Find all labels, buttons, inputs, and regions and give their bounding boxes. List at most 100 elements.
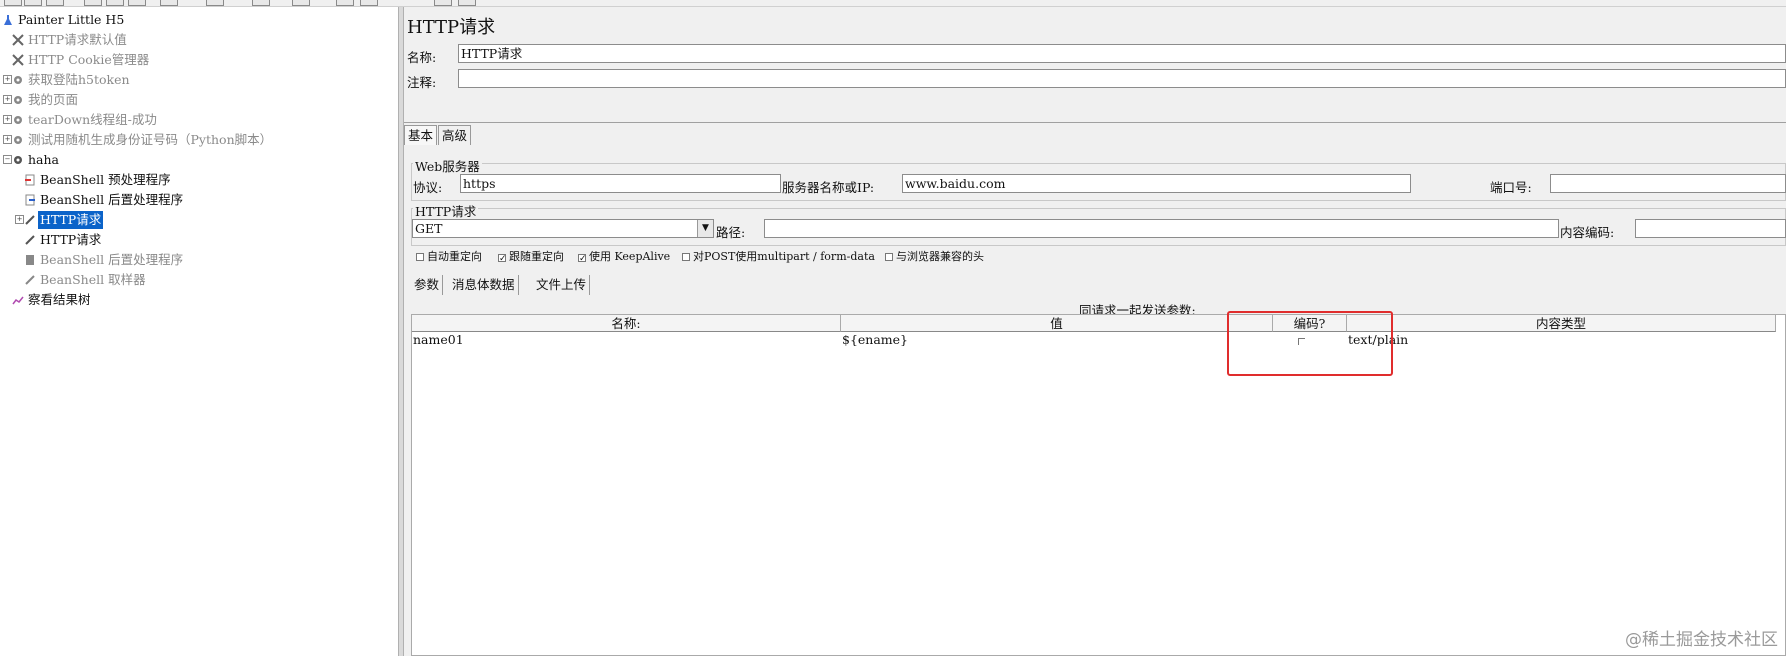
tree-node-beanshell-pre[interactable]: BeanShell 预处理程序 <box>24 171 173 189</box>
path-field[interactable] <box>764 219 1559 238</box>
check-icon: ✓ <box>498 254 507 264</box>
encoding-field[interactable] <box>1635 219 1786 238</box>
tree-node-label: 我的页面 <box>28 92 79 107</box>
flask-icon <box>2 13 14 25</box>
tree-node-label: tearDown线程组-成功 <box>28 112 157 127</box>
http-request-panel: HTTP请求 名称: HTTP请求 注释: 基本 高级 Web服务器 协议: h… <box>404 7 1786 656</box>
keepalive-checkbox[interactable]: ✓ 使用 KeepAlive <box>578 248 670 264</box>
panel-title: HTTP请求 <box>407 17 496 38</box>
tree-node-label: 测试用随机生成身份证号码（Python脚本） <box>28 132 273 147</box>
protocol-label: 协议: <box>413 180 443 195</box>
tree-node-random-id[interactable]: 测试用随机生成身份证号码（Python脚本） <box>12 131 274 149</box>
pencil-icon <box>24 273 36 285</box>
expand-icon[interactable]: + <box>3 135 12 144</box>
gear-icon <box>12 153 24 165</box>
checkbox-box <box>885 253 893 261</box>
tab-basic[interactable]: 基本 <box>404 125 438 145</box>
web-server-group-title: Web服务器 <box>413 156 482 175</box>
param-value-cell[interactable]: ${ename} <box>841 333 1273 346</box>
tree-node-beanshell-sampler[interactable]: BeanShell 取样器 <box>24 271 148 289</box>
tab-advanced[interactable]: 高级 <box>438 125 472 145</box>
protocol-field[interactable]: https <box>460 174 781 193</box>
toolbar-button[interactable] <box>336 0 354 6</box>
browser-headers-checkbox[interactable]: 与浏览器兼容的头 <box>885 248 984 264</box>
tab-file-upload[interactable]: 文件上传 <box>533 275 591 295</box>
test-plan-tree: Painter Little H5 HTTP请求默认值 HTTP Cookie管… <box>0 7 398 656</box>
comment-field[interactable] <box>458 69 1786 88</box>
checkbox-box <box>416 253 424 261</box>
checkbox-box <box>682 253 690 261</box>
checkbox-label: 对POST使用multipart / form-data <box>693 250 875 263</box>
column-header-content-type[interactable]: 内容类型 <box>1347 315 1776 332</box>
checkbox-label: 与浏览器兼容的头 <box>896 250 984 263</box>
tree-node-my-page[interactable]: 我的页面 <box>12 91 80 109</box>
encoding-label: 内容编码: <box>1560 225 1615 240</box>
toolbar-button[interactable] <box>128 0 146 6</box>
expand-icon[interactable]: + <box>3 95 12 104</box>
toolbar-button[interactable] <box>360 0 378 6</box>
name-field[interactable]: HTTP请求 <box>458 44 1786 63</box>
collapse-icon[interactable]: − <box>3 155 12 164</box>
follow-redirect-checkbox[interactable]: ✓ 跟随重定向 <box>498 248 564 264</box>
toolbar-button[interactable] <box>458 0 476 6</box>
divider <box>404 122 1786 123</box>
toolbar-button[interactable] <box>4 0 22 6</box>
server-field[interactable]: www.baidu.com <box>902 174 1411 193</box>
pencil-icon <box>24 233 36 245</box>
expand-icon[interactable]: + <box>15 215 24 224</box>
tree-node-label: BeanShell 取样器 <box>40 272 146 287</box>
pencil-icon <box>24 213 36 225</box>
auto-redirect-checkbox[interactable]: 自动重定向 <box>416 248 482 264</box>
tree-node-label: 察看结果树 <box>28 292 91 307</box>
path-label: 路径: <box>716 225 746 240</box>
param-content-type-cell[interactable]: text/plain <box>1347 333 1776 346</box>
param-name-cell[interactable]: name01 <box>412 333 841 346</box>
tree-node-beanshell-post[interactable]: BeanShell 后置处理程序 <box>24 191 185 209</box>
column-header-name[interactable]: 名称: <box>412 315 841 332</box>
tree-node-label: haha <box>28 152 60 167</box>
beanshell-post-icon <box>24 193 36 206</box>
tree-node-http-request-selected[interactable]: HTTP请求 <box>24 211 104 229</box>
method-select[interactable]: GET ▼ <box>412 219 714 238</box>
multipart-checkbox[interactable]: 对POST使用multipart / form-data <box>682 248 875 264</box>
toolbar-button[interactable] <box>206 0 224 6</box>
tree-node-view-results-tree[interactable]: 察看结果树 <box>12 291 93 309</box>
tree-node-get-token[interactable]: 获取登陆h5token <box>12 71 132 89</box>
tab-body-data[interactable]: 消息体数据 <box>449 275 519 295</box>
tree-node-http-request[interactable]: HTTP请求 <box>24 231 103 249</box>
checkbox-label: 自动重定向 <box>427 250 482 263</box>
comment-label: 注释: <box>407 75 437 90</box>
port-label: 端口号: <box>1490 180 1532 195</box>
toolbar-button[interactable] <box>292 0 310 6</box>
tree-node-label: BeanShell 预处理程序 <box>40 172 171 187</box>
beanshell-pre-icon <box>24 173 36 186</box>
tree-node-root[interactable]: Painter Little H5 <box>2 11 126 29</box>
tree-node-label: HTTP请求 <box>38 211 104 229</box>
expand-icon[interactable]: + <box>3 75 12 84</box>
chevron-down-icon[interactable]: ▼ <box>697 220 713 237</box>
tree-node-beanshell-post-disabled[interactable]: BeanShell 后置处理程序 <box>24 251 185 269</box>
toolbar-button[interactable] <box>160 0 178 6</box>
toolbar-button[interactable] <box>84 0 102 6</box>
toolbar-button[interactable] <box>24 0 42 6</box>
port-field[interactable] <box>1550 174 1786 193</box>
check-icon: ✓ <box>578 254 587 264</box>
tab-parameters[interactable]: 参数 <box>411 275 444 295</box>
highlight-box <box>1227 311 1393 376</box>
tree-node-label: BeanShell 后置处理程序 <box>40 252 184 267</box>
beanshell-post-icon <box>24 253 36 265</box>
expand-icon[interactable]: + <box>3 115 12 124</box>
toolbar-button[interactable] <box>46 0 64 6</box>
name-label: 名称: <box>407 50 437 65</box>
toolbar-button[interactable] <box>434 0 452 6</box>
tree-node-label: HTTP Cookie管理器 <box>28 52 150 67</box>
watermark: @稀土掘金技术社区 <box>1625 630 1778 650</box>
toolbar-button[interactable] <box>252 0 270 6</box>
gear-icon <box>12 113 24 125</box>
tree-node-cookie-manager[interactable]: HTTP Cookie管理器 <box>12 51 151 69</box>
tree-node-haha[interactable]: haha <box>12 151 61 169</box>
tree-node-teardown-group[interactable]: tearDown线程组-成功 <box>12 111 159 129</box>
tree-node-http-defaults[interactable]: HTTP请求默认值 <box>12 31 129 49</box>
column-header-value[interactable]: 值 <box>841 315 1273 332</box>
toolbar-button[interactable] <box>106 0 124 6</box>
